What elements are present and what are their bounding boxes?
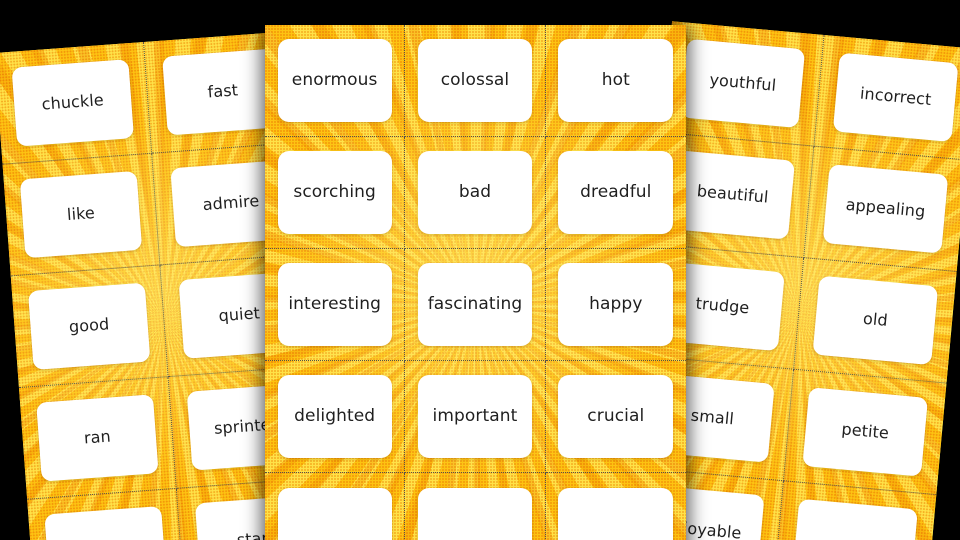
card-cell: important — [405, 361, 546, 473]
word-card-label: fascinating — [427, 293, 523, 314]
word-card-label: happy — [589, 293, 643, 314]
word-card-label: quiet — [217, 303, 261, 326]
card-cell: crucial — [545, 361, 686, 473]
card-cell: scorching — [265, 137, 406, 249]
word-card[interactable]: ran — [36, 393, 159, 483]
word-card[interactable] — [558, 487, 674, 540]
word-card[interactable]: scorching — [277, 151, 392, 234]
card-cell: incorrect — [814, 35, 960, 161]
word-card-label: beautiful — [696, 181, 770, 207]
word-card-label: chuckle — [41, 90, 105, 114]
word-card-sheet-center[interactable]: enormous colossal hot scorching bad dreadful i… — [265, 25, 686, 540]
word-card[interactable] — [277, 487, 392, 540]
word-card[interactable]: beautiful — [669, 149, 796, 241]
card-cell: interesting — [265, 249, 406, 361]
card-cell — [546, 473, 686, 540]
word-card[interactable]: crucial — [558, 375, 674, 458]
word-card[interactable]: like — [20, 170, 142, 259]
card-cell: petite — [783, 369, 947, 496]
card-cell — [265, 473, 406, 540]
word-card-label: enormous — [291, 69, 378, 90]
word-card[interactable]: youthful — [680, 38, 806, 129]
word-card[interactable]: interesting — [277, 263, 392, 346]
word-card-label: incorrect — [859, 83, 933, 110]
word-card[interactable]: important — [417, 375, 533, 458]
card-cell — [405, 473, 546, 540]
card-cell: like — [2, 153, 161, 277]
word-card-label: ran — [83, 426, 112, 448]
word-card-label: like — [66, 203, 96, 225]
card-cell: bad — [405, 137, 546, 249]
word-card-label: scorching — [293, 181, 376, 202]
card-cell: appealing — [804, 146, 960, 273]
card-cell: colossal — [405, 25, 546, 137]
word-card-label: admire — [202, 191, 260, 215]
card-cell: chuckle — [0, 42, 153, 165]
card-cell: enormous — [265, 25, 406, 137]
card-cell: fascinating — [405, 249, 546, 361]
word-card[interactable]: dreadful — [558, 151, 674, 234]
card-grid: enormous colossal hot scorching bad dreadful i… — [265, 25, 686, 540]
word-card[interactable]: good — [28, 282, 151, 371]
word-card[interactable] — [417, 487, 533, 540]
word-card[interactable] — [791, 498, 919, 540]
card-cell: dreadful — [545, 137, 686, 249]
card-cell: delighted — [265, 361, 406, 473]
word-card-label: petite — [840, 419, 890, 443]
card-cell: old — [794, 258, 957, 384]
word-card[interactable]: chuckle — [11, 58, 134, 147]
word-card-label: small — [690, 405, 735, 429]
card-cell: happy — [545, 249, 686, 361]
word-card[interactable]: incorrect — [832, 52, 959, 143]
word-card-label: good — [68, 314, 110, 337]
card-cell: hot — [545, 25, 686, 137]
worksheet-stage: chuckle fast like admire good quiet ran sprinte… — [0, 0, 960, 540]
word-card[interactable]: happy — [558, 263, 674, 346]
word-card-label: important — [432, 405, 518, 426]
word-card-label: bad — [458, 181, 492, 202]
word-card-label: dreadful — [580, 181, 652, 202]
word-card[interactable]: delighted — [277, 375, 392, 458]
word-card[interactable]: fascinating — [417, 263, 533, 346]
card-cell: good — [10, 265, 169, 389]
word-card-label: colossal — [440, 69, 510, 90]
word-card[interactable]: colossal — [417, 39, 533, 122]
word-card-label: hot — [601, 69, 630, 90]
word-card[interactable] — [44, 505, 167, 540]
card-cell: ran — [19, 377, 177, 500]
word-card-label: youthful — [708, 69, 777, 95]
word-card[interactable]: hot — [558, 39, 674, 122]
word-card-label: fast — [206, 80, 239, 102]
word-card[interactable]: petite — [802, 386, 929, 478]
word-card[interactable]: bad — [417, 151, 533, 234]
word-card-label: appealing — [844, 194, 927, 222]
word-card-label: delighted — [294, 405, 376, 426]
word-card[interactable]: enormous — [277, 39, 392, 122]
word-card-label: interesting — [288, 293, 381, 314]
card-cell: youthful — [661, 21, 825, 147]
word-card-label: trudge — [694, 293, 751, 318]
word-card[interactable]: appealing — [822, 163, 949, 255]
word-card-label: crucial — [587, 405, 645, 426]
word-card-label: old — [862, 308, 889, 331]
word-card[interactable]: old — [812, 275, 939, 366]
